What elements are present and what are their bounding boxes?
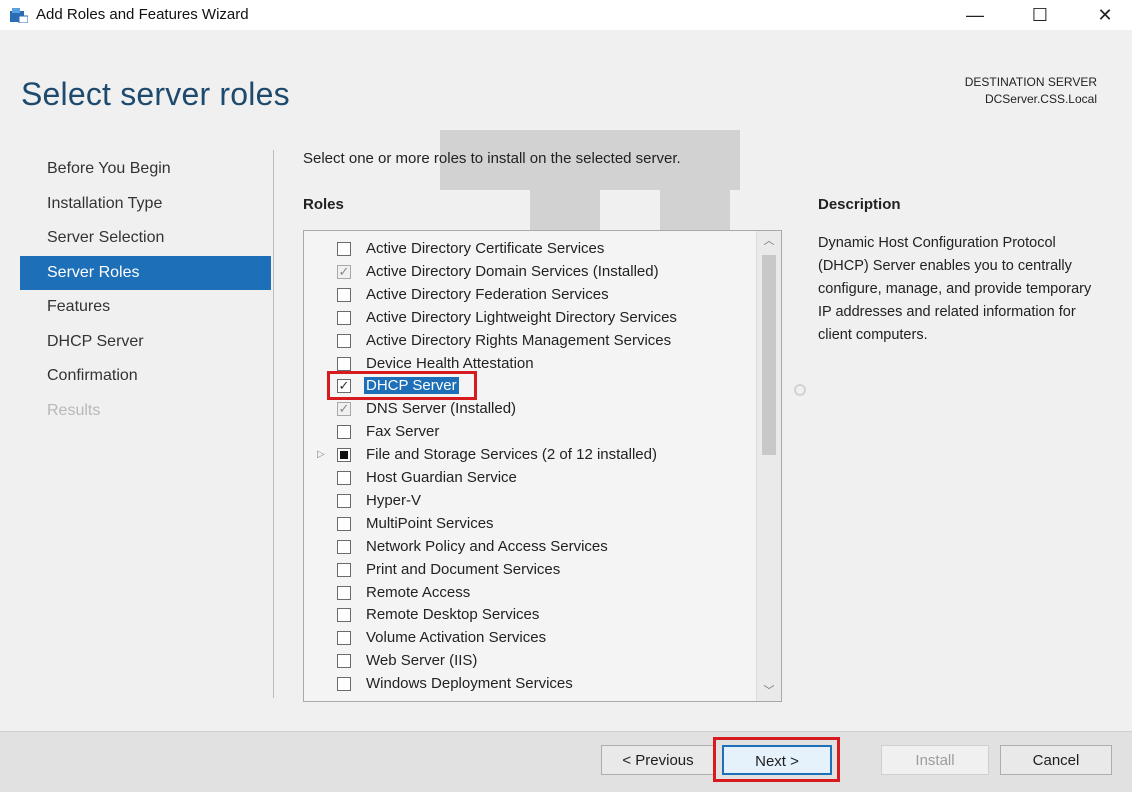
role-label[interactable]: Remote Access: [366, 584, 470, 601]
role-label[interactable]: Remote Desktop Services: [366, 606, 539, 623]
page-title: Select server roles: [21, 76, 290, 112]
role-checkbox[interactable]: [337, 562, 351, 577]
role-label[interactable]: Active Directory Rights Management Servi…: [366, 332, 671, 349]
role-row[interactable]: Fax Server: [304, 422, 754, 444]
role-label[interactable]: Volume Activation Services: [366, 629, 546, 646]
nav-item-installation-type[interactable]: Installation Type: [20, 187, 271, 222]
role-checkbox[interactable]: [337, 425, 351, 440]
role-checkbox[interactable]: [337, 242, 351, 256]
description-heading: Description: [818, 196, 901, 213]
role-label[interactable]: Windows Deployment Services: [366, 675, 573, 692]
role-checkbox[interactable]: [337, 333, 351, 348]
role-label[interactable]: Fax Server: [366, 423, 439, 440]
nav-item-features[interactable]: Features: [20, 290, 271, 325]
role-row[interactable]: Remote Desktop Services: [304, 605, 754, 627]
role-label[interactable]: Active Directory Federation Services: [366, 286, 609, 303]
role-checkbox: ✓: [337, 263, 351, 279]
scroll-up-icon[interactable]: ︿: [757, 231, 781, 251]
role-row[interactable]: Active Directory Lightweight Directory S…: [304, 308, 754, 330]
server-manager-icon: [10, 8, 28, 23]
role-checkbox[interactable]: [337, 448, 351, 463]
role-checkbox[interactable]: [337, 287, 351, 302]
role-label[interactable]: Active Directory Domain Services (Instal…: [366, 263, 659, 280]
expand-icon[interactable]: ▷: [317, 449, 325, 460]
roles-scrollbar[interactable]: ︿ ﹀: [756, 231, 781, 701]
role-label[interactable]: Hyper-V: [366, 492, 421, 509]
role-row[interactable]: Remote Access: [304, 583, 754, 605]
window-title: Add Roles and Features Wizard: [36, 6, 249, 23]
destination-server-name: DCServer.CSS.Local: [984, 92, 1097, 106]
nav-item-confirmation[interactable]: Confirmation: [20, 359, 271, 394]
role-row[interactable]: Volume Activation Services: [304, 628, 754, 650]
role-row[interactable]: Windows Deployment Services: [304, 674, 754, 696]
roles-list[interactable]: Active Directory Certificate Services ✓ Ac…: [303, 230, 782, 702]
description-text: Dynamic Host Configuration Protocol (DHC…: [818, 235, 1092, 343]
role-row[interactable]: MultiPoint Services: [304, 514, 754, 536]
maximize-button[interactable]: ☐: [1018, 0, 1062, 30]
role-label[interactable]: File and Storage Services (2 of 12 insta…: [366, 446, 657, 463]
previous-button[interactable]: < Previous: [601, 745, 715, 775]
scroll-thumb[interactable]: [762, 255, 776, 455]
role-checkbox[interactable]: [337, 539, 351, 554]
install-button: Install: [881, 745, 989, 775]
roles-heading: Roles: [303, 196, 344, 213]
intro-text: Select one or more roles to install on t…: [303, 150, 681, 167]
role-row[interactable]: Host Guardian Service: [304, 468, 754, 490]
role-row[interactable]: Print and Document Services: [304, 560, 754, 582]
role-label[interactable]: Web Server (IIS): [366, 652, 477, 669]
close-button[interactable]: ✕: [1083, 0, 1127, 30]
scroll-down-icon[interactable]: ﹀: [757, 681, 781, 701]
role-checkbox[interactable]: [337, 493, 351, 508]
title-bar: Add Roles and Features Wizard — ☐ ✕: [0, 0, 1132, 30]
nav-item-results: Results: [47, 401, 101, 419]
nav-item-server-selection[interactable]: Server Selection: [20, 221, 271, 256]
role-checkbox[interactable]: [337, 310, 351, 325]
role-label[interactable]: Network Policy and Access Services: [366, 538, 608, 555]
role-label[interactable]: DNS Server (Installed): [366, 400, 516, 417]
role-label[interactable]: MultiPoint Services: [366, 515, 494, 532]
role-checkbox[interactable]: [337, 631, 351, 646]
cancel-button[interactable]: Cancel: [1000, 745, 1112, 775]
role-checkbox[interactable]: [337, 654, 351, 669]
role-label[interactable]: Print and Document Services: [366, 561, 560, 578]
role-label[interactable]: Active Directory Certificate Services: [366, 240, 604, 257]
role-label[interactable]: Active Directory Lightweight Directory S…: [366, 309, 677, 326]
nav-item-server-roles[interactable]: Server Roles: [20, 255, 271, 290]
next-highlight-box: [713, 737, 840, 782]
wizard-nav: Before You Begin Installation Type Serve…: [20, 152, 271, 428]
nav-item-before-you-begin[interactable]: Before You Begin: [20, 152, 271, 187]
destination-server-label: DESTINATION SERVER: [964, 75, 1097, 89]
role-checkbox: ✓: [337, 401, 351, 417]
role-row[interactable]: Active Directory Rights Management Servi…: [304, 331, 754, 353]
role-row[interactable]: ▷ File and Storage Services (2 of 12 inst…: [304, 445, 754, 467]
role-checkbox[interactable]: [337, 356, 351, 371]
destination-server-block: DESTINATION SERVER DCServer.CSS.Local: [965, 74, 1097, 108]
role-row[interactable]: Hyper-V: [304, 491, 754, 513]
role-checkbox[interactable]: [337, 677, 351, 692]
nav-item-dhcp-server[interactable]: DHCP Server: [20, 325, 271, 360]
role-checkbox[interactable]: [337, 585, 351, 600]
role-checkbox[interactable]: [337, 471, 351, 485]
role-row[interactable]: Web Server (IIS): [304, 651, 754, 673]
nav-divider: [273, 150, 274, 698]
role-checkbox[interactable]: [337, 516, 351, 531]
role-checkbox[interactable]: [337, 608, 351, 623]
role-row[interactable]: Network Policy and Access Services: [304, 537, 754, 559]
role-row[interactable]: ✓ Active Directory Domain Services (Insta…: [304, 262, 754, 284]
minimize-button[interactable]: —: [953, 0, 997, 30]
role-row[interactable]: ✓ DNS Server (Installed): [304, 399, 754, 421]
dhcp-highlight-box: [327, 371, 477, 400]
role-label[interactable]: Host Guardian Service: [366, 469, 517, 486]
role-row[interactable]: Active Directory Certificate Services: [304, 239, 754, 261]
role-row[interactable]: Active Directory Federation Services: [304, 285, 754, 307]
role-label[interactable]: Device Health Attestation: [366, 355, 534, 372]
